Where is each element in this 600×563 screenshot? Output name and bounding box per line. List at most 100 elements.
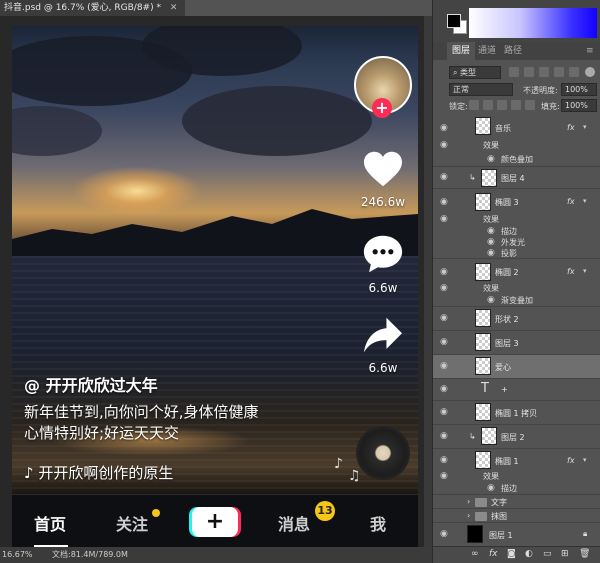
- layer-name[interactable]: 椭圆 2: [495, 267, 519, 278]
- lock-transparent-icon[interactable]: [469, 100, 479, 110]
- effect-visibility-eye-icon[interactable]: ◉: [487, 237, 495, 247]
- link-layers-icon[interactable]: ∞: [471, 549, 479, 559]
- lock-all-icon[interactable]: [525, 100, 535, 110]
- effect-visibility-eye-icon[interactable]: ◉: [487, 295, 495, 305]
- effect-visibility-eye-icon[interactable]: ◉: [487, 226, 495, 236]
- share-action[interactable]: 6.6w: [352, 316, 414, 375]
- adjustment-layer-icon[interactable]: ◐: [525, 549, 533, 559]
- layer-name[interactable]: 图层 2: [501, 432, 525, 443]
- visibility-eye-icon[interactable]: ◉: [440, 384, 448, 394]
- visibility-eye-icon[interactable]: ◉: [440, 123, 448, 133]
- music-disc[interactable]: [356, 426, 410, 480]
- music-title[interactable]: ♪ 开开欣啊创作的原生: [24, 462, 173, 483]
- layers-list[interactable]: ◉ 音乐 fx ▾ ◉ 效果 ◉ 颜色叠加 ◉ ↳ 图层 4 ◉ 椭圆 3 fx…: [433, 113, 600, 546]
- visibility-eye-icon[interactable]: ◉: [440, 529, 448, 539]
- panel-menu-icon[interactable]: ≡: [581, 42, 599, 60]
- layer-fx-badge[interactable]: fx: [567, 197, 575, 206]
- new-layer-icon[interactable]: ⊞: [561, 549, 569, 559]
- group-expand-icon[interactable]: ›: [467, 511, 470, 520]
- filter-adjust-icon[interactable]: [524, 67, 534, 77]
- layer-name[interactable]: 椭圆 1 拷贝: [495, 408, 537, 419]
- create-button[interactable]: +: [192, 507, 238, 537]
- delete-layer-icon[interactable]: 🗑︎: [579, 549, 590, 559]
- layer-name[interactable]: +: [501, 385, 508, 394]
- opacity-input[interactable]: 100%: [561, 83, 597, 96]
- group-expand-icon[interactable]: ›: [467, 497, 470, 506]
- visibility-eye-icon[interactable]: ◉: [440, 313, 448, 323]
- tab-channels[interactable]: 通道: [473, 42, 501, 60]
- filter-kind-select[interactable]: ⌕ 类型: [449, 66, 501, 79]
- filter-toggle-icon[interactable]: [585, 67, 595, 77]
- visibility-eye-icon[interactable]: ◉: [440, 431, 448, 441]
- effect-name[interactable]: 颜色叠加: [501, 154, 533, 165]
- visibility-eye-icon[interactable]: ◉: [440, 455, 448, 465]
- visibility-eye-icon[interactable]: ◉: [440, 361, 448, 371]
- add-mask-icon[interactable]: ◙: [507, 549, 516, 559]
- visibility-eye-icon[interactable]: ◉: [440, 267, 448, 277]
- layer-row[interactable]: ◉ 椭圆 1 fx ▾ ◉ 效果 ◉ 描边: [433, 449, 600, 495]
- layer-name[interactable]: 音乐: [495, 123, 511, 134]
- add-style-icon[interactable]: fx: [489, 549, 498, 559]
- layer-row[interactable]: ◉ 椭圆 2 fx ▾ ◉ 效果 ◉ 渐变叠加: [433, 259, 600, 307]
- layer-fx-badge[interactable]: fx: [567, 267, 575, 276]
- tab-layers[interactable]: 图层: [447, 42, 476, 60]
- effect-visibility-eye-icon[interactable]: ◉: [440, 283, 448, 293]
- effect-name[interactable]: 投影: [501, 248, 517, 259]
- layer-row[interactable]: ◉ 图层 1 🔒︎: [433, 523, 600, 546]
- tab-paths[interactable]: 路径: [499, 42, 527, 60]
- layer-row[interactable]: ◉ ↳ 图层 4: [433, 167, 600, 189]
- layer-group-row[interactable]: › 文字: [433, 495, 600, 509]
- layer-name[interactable]: 抹图: [491, 511, 507, 522]
- fill-input[interactable]: 100%: [561, 99, 597, 112]
- expand-effects-icon[interactable]: ▾: [583, 267, 587, 275]
- comment-bubble-icon[interactable]: [362, 234, 404, 274]
- layer-name[interactable]: 爱心: [495, 362, 511, 373]
- visibility-eye-icon[interactable]: ◉: [440, 337, 448, 347]
- layer-name[interactable]: 文字: [491, 497, 507, 508]
- effect-name[interactable]: 外发光: [501, 237, 525, 248]
- layer-row[interactable]: ◉ 椭圆 1 拷贝: [433, 401, 600, 425]
- effect-name[interactable]: 渐变叠加: [501, 295, 533, 306]
- layer-group-row[interactable]: › 抹图: [433, 509, 600, 523]
- layer-row[interactable]: ◉ 椭圆 3 fx ▾ ◉ 效果 ◉ 描边 ◉ 外发光 ◉ 投影: [433, 189, 600, 259]
- layer-row-selected[interactable]: ◉ 爱心: [433, 355, 600, 379]
- layer-row[interactable]: ◉ 音乐 fx ▾ ◉ 效果 ◉ 颜色叠加: [433, 113, 600, 167]
- filter-smart-icon[interactable]: [569, 67, 579, 77]
- effect-name[interactable]: 描边: [501, 226, 517, 237]
- effect-visibility-eye-icon[interactable]: ◉: [487, 154, 495, 164]
- effect-visibility-eye-icon[interactable]: ◉: [440, 471, 448, 481]
- zoom-level[interactable]: 16.67%: [2, 547, 33, 563]
- lock-pixels-icon[interactable]: [483, 100, 493, 110]
- document-tab[interactable]: 抖音.psd @ 16.7% (爱心, RGB/8#) * ✕: [0, 0, 185, 16]
- close-tab-icon[interactable]: ✕: [170, 3, 178, 13]
- effect-visibility-eye-icon[interactable]: ◉: [487, 248, 495, 258]
- layer-name[interactable]: 形状 2: [495, 314, 519, 325]
- filter-shape-icon[interactable]: [554, 67, 564, 77]
- heart-icon[interactable]: [362, 150, 404, 188]
- filter-pixel-icon[interactable]: [509, 67, 519, 77]
- visibility-eye-icon[interactable]: ◉: [440, 197, 448, 207]
- nav-messages[interactable]: 消息: [278, 511, 310, 535]
- layer-row[interactable]: ◉ 图层 3: [433, 331, 600, 355]
- layer-name[interactable]: 图层 3: [495, 338, 519, 349]
- layer-fx-badge[interactable]: fx: [567, 123, 575, 132]
- nav-me[interactable]: 我: [370, 511, 386, 535]
- effect-visibility-eye-icon[interactable]: ◉: [440, 140, 448, 150]
- expand-effects-icon[interactable]: ▾: [583, 197, 587, 205]
- expand-effects-icon[interactable]: ▾: [583, 456, 587, 464]
- foreground-color-swatch[interactable]: [447, 14, 461, 28]
- visibility-eye-icon[interactable]: ◉: [440, 172, 448, 182]
- expand-effects-icon[interactable]: ▾: [583, 123, 587, 131]
- layer-name[interactable]: 图层 1: [489, 530, 513, 541]
- canvas-vertical-scrollbar[interactable]: [424, 16, 432, 547]
- effect-name[interactable]: 描边: [501, 483, 517, 494]
- new-group-icon[interactable]: ▭: [543, 549, 552, 559]
- layer-row[interactable]: ◉ ↳ 图层 2: [433, 425, 600, 449]
- layer-name[interactable]: 椭圆 3: [495, 197, 519, 208]
- visibility-eye-icon[interactable]: ◉: [440, 407, 448, 417]
- color-spectrum[interactable]: [469, 8, 597, 38]
- lock-artboard-icon[interactable]: [511, 100, 521, 110]
- blend-mode-select[interactable]: 正常: [449, 83, 513, 96]
- author-name[interactable]: @ 开开欣欣过大年: [24, 372, 158, 396]
- layer-name[interactable]: 椭圆 1: [495, 456, 519, 467]
